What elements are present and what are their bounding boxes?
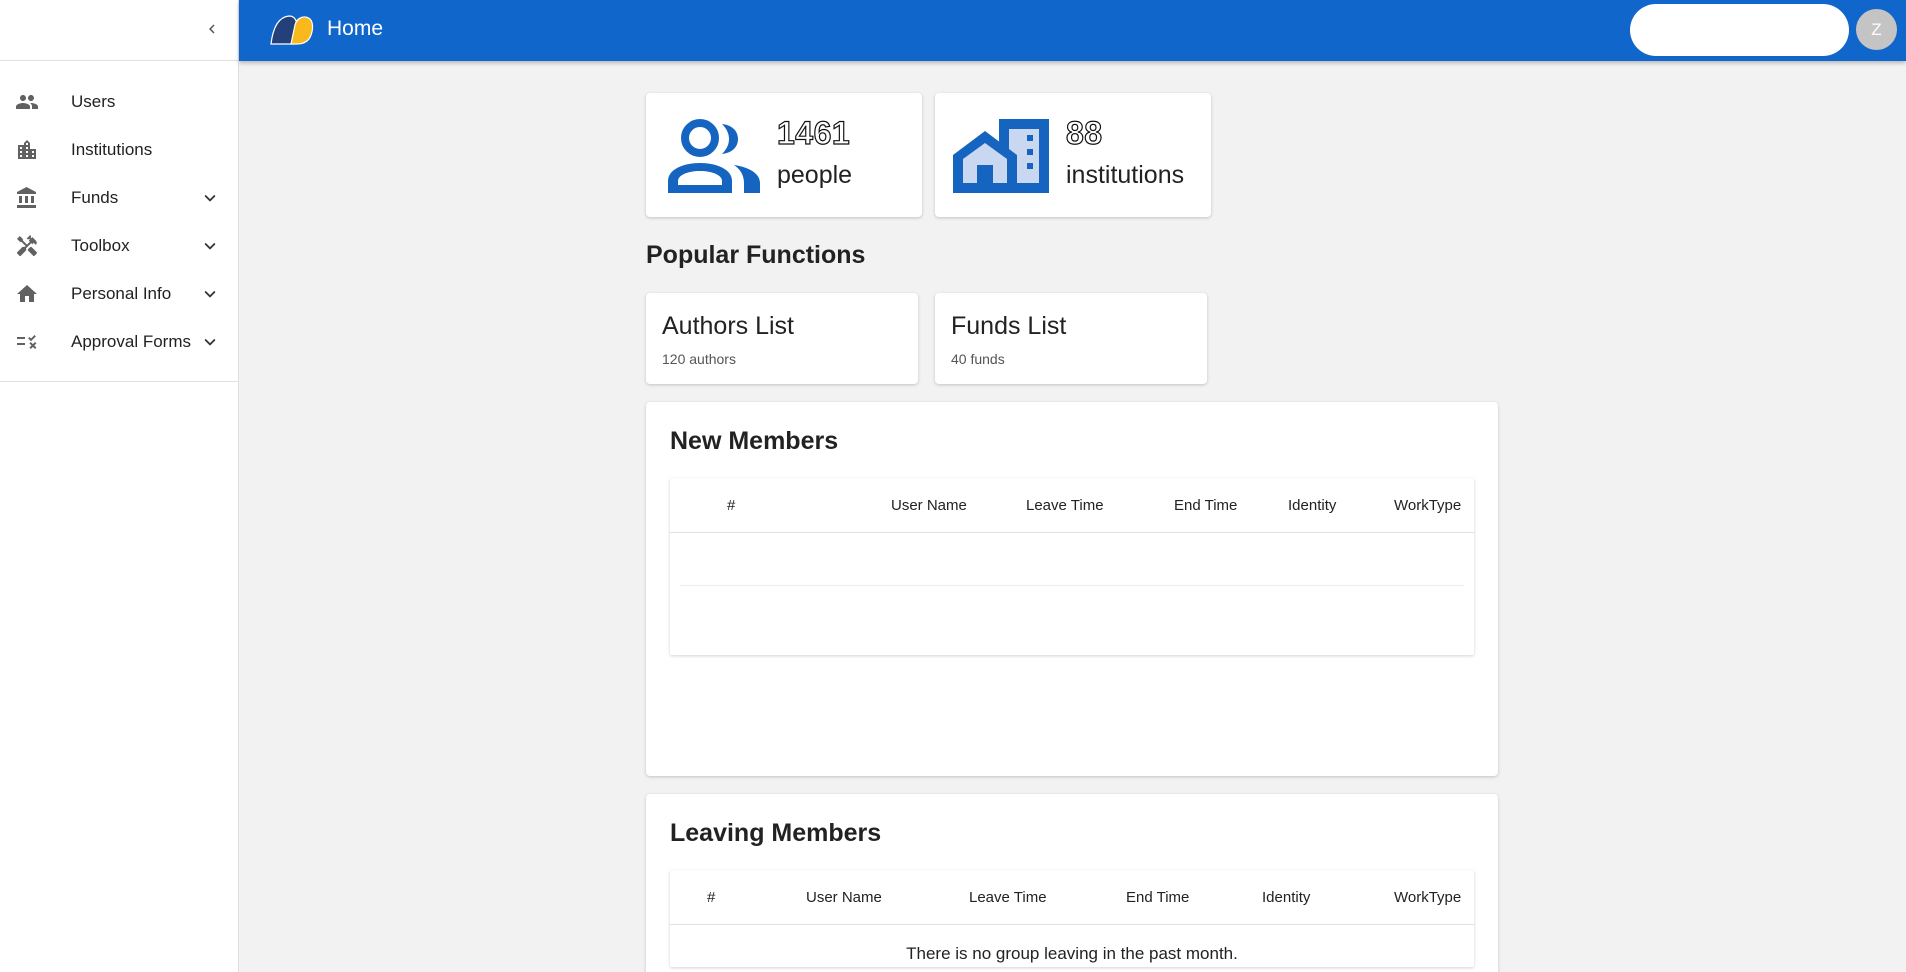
column-header[interactable]: User Name bbox=[806, 889, 882, 906]
authors-count: 120 authors bbox=[662, 351, 736, 367]
sidebar-item-label: Toolbox bbox=[71, 236, 130, 255]
sidebar-divider bbox=[0, 381, 239, 382]
column-header[interactable]: Leave Time bbox=[1026, 497, 1104, 514]
sidebar-item-approval-forms[interactable]: Approval Forms bbox=[0, 318, 238, 366]
table-header: # User Name Leave Time End Time Identity… bbox=[670, 870, 1474, 925]
column-header[interactable]: Identity bbox=[1288, 497, 1336, 514]
popular-functions-title: Popular Functions bbox=[646, 241, 866, 269]
people-icon bbox=[15, 90, 39, 114]
home-icon bbox=[15, 282, 39, 306]
chevron-down-icon[interactable] bbox=[198, 330, 222, 354]
leaving-members-panel: Leaving Members # User Name Leave Time E… bbox=[646, 794, 1498, 972]
avatar[interactable]: Z bbox=[1856, 9, 1897, 50]
column-header[interactable]: Identity bbox=[1262, 889, 1310, 906]
search-input[interactable] bbox=[1630, 4, 1849, 56]
funds-list-card[interactable]: Funds List 40 funds bbox=[935, 293, 1207, 384]
sidebar-item-personal-info[interactable]: Personal Info bbox=[0, 270, 238, 318]
people-caption: people bbox=[777, 161, 853, 189]
sidebar-item-users[interactable]: Users bbox=[0, 78, 238, 126]
chevron-down-icon[interactable] bbox=[198, 234, 222, 258]
column-header[interactable]: # bbox=[707, 889, 715, 906]
building-icon bbox=[15, 138, 39, 162]
chevron-left-icon bbox=[209, 24, 215, 34]
table-header: # User Name Leave Time End Time Identity… bbox=[670, 478, 1474, 533]
authors-list-title: Authors List bbox=[662, 312, 795, 340]
sidebar-item-label: Institutions bbox=[71, 140, 153, 159]
sidebar: Users Institutions Funds Toolbox Persona… bbox=[0, 0, 239, 972]
chevron-down-icon[interactable] bbox=[198, 186, 222, 210]
new-members-title: New Members bbox=[670, 427, 839, 455]
app-logo bbox=[270, 15, 314, 45]
leaving-members-title: Leaving Members bbox=[670, 819, 882, 847]
sidebar-nav: Users Institutions Funds Toolbox Persona… bbox=[0, 61, 238, 366]
authors-list-card[interactable]: Authors List 120 authors bbox=[646, 293, 918, 384]
bank-icon bbox=[15, 186, 39, 210]
table-row-divider bbox=[680, 585, 1464, 586]
funds-count: 40 funds bbox=[951, 351, 1005, 367]
sidebar-item-label: Personal Info bbox=[71, 284, 172, 303]
chevron-down-icon[interactable] bbox=[198, 282, 222, 306]
sidebar-item-label: Users bbox=[71, 92, 116, 111]
sidebar-item-label: Approval Forms bbox=[71, 332, 191, 351]
sidebar-item-institutions[interactable]: Institutions bbox=[0, 126, 238, 174]
new-members-panel: New Members # User Name Leave Time End T… bbox=[646, 402, 1498, 776]
institutions-count: 88 bbox=[1065, 114, 1103, 151]
column-header[interactable]: Leave Time bbox=[969, 889, 1047, 906]
institutions-caption: institutions bbox=[1066, 161, 1185, 189]
people-count: 1461 bbox=[776, 114, 851, 151]
sidebar-header bbox=[0, 0, 238, 61]
tools-icon bbox=[15, 234, 39, 258]
checklist-icon bbox=[15, 330, 39, 354]
sidebar-item-toolbox[interactable]: Toolbox bbox=[0, 222, 238, 270]
app-bar: Home Z bbox=[239, 0, 1906, 61]
leaving-members-table: # User Name Leave Time End Time Identity… bbox=[670, 870, 1474, 967]
sidebar-item-funds[interactable]: Funds bbox=[0, 174, 238, 222]
column-header[interactable]: End Time bbox=[1174, 497, 1237, 514]
column-header[interactable]: WorkType bbox=[1394, 497, 1461, 514]
people-icon bbox=[668, 119, 760, 193]
column-header[interactable]: WorkType bbox=[1394, 889, 1461, 906]
column-header[interactable]: End Time bbox=[1126, 889, 1189, 906]
collapse-sidebar-button[interactable] bbox=[200, 17, 224, 41]
people-stat-card: 1461 people bbox=[646, 93, 922, 217]
column-header[interactable]: User Name bbox=[891, 497, 967, 514]
new-members-table: # User Name Leave Time End Time Identity… bbox=[670, 478, 1474, 655]
building-icon bbox=[953, 119, 1049, 193]
institutions-stat-card: 88 institutions bbox=[935, 93, 1211, 217]
sidebar-item-label: Funds bbox=[71, 188, 119, 207]
page-title: Home bbox=[327, 17, 384, 40]
funds-list-title: Funds List bbox=[951, 312, 1067, 340]
column-header[interactable]: # bbox=[727, 497, 735, 514]
empty-state-message: There is no group leaving in the past mo… bbox=[906, 944, 1238, 963]
